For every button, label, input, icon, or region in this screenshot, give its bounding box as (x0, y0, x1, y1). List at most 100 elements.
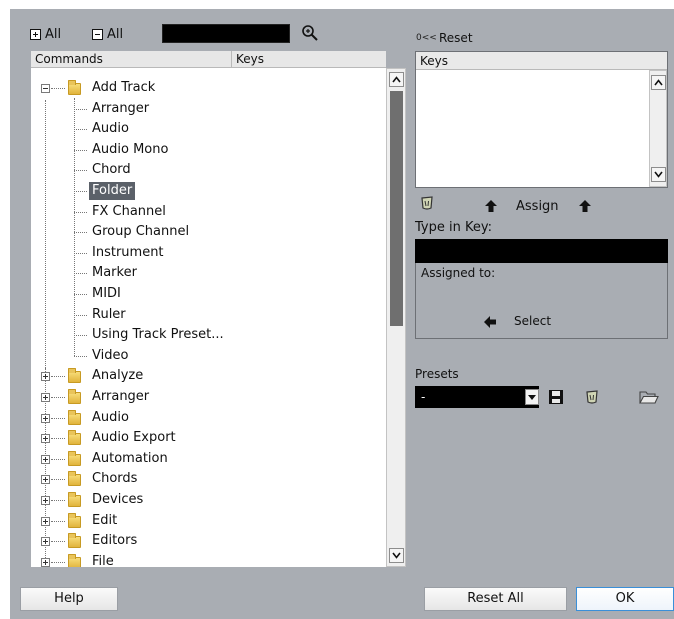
type-in-key-field[interactable] (415, 239, 668, 263)
tree-connector (51, 418, 65, 419)
tree-connector (74, 212, 87, 213)
tree-connector (51, 562, 65, 563)
tree-command-row[interactable]: Folder (31, 181, 386, 201)
tree-item-label: Video (92, 348, 129, 363)
expand-toggle-icon[interactable] (41, 434, 50, 443)
search-magnifier-icon[interactable] (301, 24, 319, 42)
tree-connector (74, 253, 87, 254)
folder-icon (68, 430, 81, 445)
tree-folder-row[interactable]: Analyze (31, 366, 386, 386)
arrow-left-icon (483, 315, 497, 329)
keys-scroll-up-arrow[interactable] (651, 75, 666, 90)
select-button[interactable]: Select (514, 314, 551, 328)
folder-icon (68, 471, 81, 486)
expand-toggle-icon[interactable] (41, 455, 50, 464)
commands-column-header[interactable]: Commands (31, 51, 232, 68)
expand-toggle-icon[interactable] (41, 537, 50, 546)
tree-command-row[interactable]: MIDI (31, 284, 386, 304)
reset-button[interactable]: 0<< Reset (415, 30, 485, 46)
ok-button[interactable]: OK (576, 587, 674, 611)
tree-command-row[interactable]: Video (31, 346, 386, 366)
help-button[interactable]: Help (20, 587, 118, 611)
folder-icon (68, 80, 81, 95)
tree-connector (74, 191, 87, 192)
reset-all-button[interactable]: Reset All (424, 587, 567, 611)
tree-item-label-selected: Folder (89, 182, 136, 200)
presets-dropdown[interactable]: - (415, 386, 539, 408)
tree-item-label: Audio (92, 410, 129, 425)
tree-folder-row[interactable]: Automation (31, 449, 386, 469)
tree-command-row[interactable]: Instrument (31, 243, 386, 263)
keys-column-header[interactable]: Keys (232, 51, 386, 68)
tree-connector (74, 170, 87, 171)
tree-item-label: Audio (92, 121, 129, 136)
expand-toggle-icon[interactable] (41, 496, 50, 505)
save-preset-icon[interactable] (548, 389, 564, 405)
tree-item-label: Arranger (92, 389, 150, 404)
scroll-thumb[interactable] (390, 91, 403, 326)
tree-folder-row[interactable]: Editors (31, 531, 386, 551)
tree-command-row[interactable]: Marker (31, 263, 386, 283)
expand-toggle-icon[interactable] (41, 558, 50, 567)
expand-toggle-icon[interactable] (41, 393, 50, 402)
collapse-toggle-icon[interactable] (41, 84, 50, 93)
tree-command-row[interactable]: Audio (31, 119, 386, 139)
tree-item-label: Chord (92, 162, 131, 177)
tree-folder-row[interactable]: Add Track (31, 78, 386, 98)
tree-folder-row[interactable]: Edit (31, 511, 386, 531)
expand-toggle-icon[interactable] (41, 475, 50, 484)
collapse-all-button[interactable]: All (89, 27, 129, 43)
tree-connector (74, 273, 87, 274)
open-folder-icon[interactable] (639, 389, 659, 405)
tree-item-label: File (92, 554, 114, 567)
tree-item-label: Using Track Preset... (92, 327, 224, 342)
tree-folder-row[interactable]: File (31, 552, 386, 567)
tree-command-row[interactable]: FX Channel (31, 202, 386, 222)
expand-toggle-icon[interactable] (41, 372, 50, 381)
tree-folder-row[interactable]: Audio (31, 408, 386, 428)
plus-box-icon (30, 29, 41, 40)
remove-key-icon[interactable] (419, 195, 435, 211)
tree-item-label: Audio Export (92, 430, 176, 445)
tree-command-row[interactable]: Group Channel (31, 222, 386, 242)
tree-item-label: Chords (92, 471, 138, 486)
collapse-all-label: All (107, 27, 124, 42)
tree-folder-row[interactable]: Audio Export (31, 428, 386, 448)
tree-item-label: Add Track (92, 80, 156, 95)
tree-folder-row[interactable]: Devices (31, 490, 386, 510)
folder-icon (68, 492, 81, 507)
assigned-to-box: Assigned to: Select (415, 263, 668, 339)
dropdown-arrow-icon[interactable] (525, 389, 539, 405)
remove-preset-icon[interactable] (584, 389, 600, 405)
tree-item-label: Instrument (92, 245, 164, 260)
commands-tree[interactable]: Add Track Arranger Audio Audio Mono Chord Fol… (31, 68, 386, 567)
tree-command-row[interactable]: Chord (31, 160, 386, 180)
assigned-to-label: Assigned to: (421, 266, 496, 280)
tree-item-label: Devices (92, 492, 144, 507)
tree-connector (51, 500, 65, 501)
keys-box-header: Keys (416, 52, 667, 70)
tree-connector (74, 294, 87, 295)
keys-box: Keys (415, 51, 668, 188)
keys-scrollbar[interactable] (649, 70, 667, 187)
scroll-down-arrow[interactable] (389, 548, 404, 563)
tree-command-row[interactable]: Audio Mono (31, 140, 386, 160)
tree-item-label: Analyze (92, 368, 144, 383)
folder-icon (68, 389, 81, 404)
tree-connector (51, 376, 65, 377)
assign-button[interactable]: Assign (516, 199, 559, 214)
reset-icon: 0<< (416, 33, 437, 43)
expand-toggle-icon[interactable] (41, 414, 50, 423)
folder-icon (68, 533, 81, 548)
commands-scrollbar[interactable] (386, 68, 406, 567)
tree-command-row[interactable]: Arranger (31, 99, 386, 119)
tree-connector (74, 335, 87, 336)
scroll-up-arrow[interactable] (389, 72, 404, 87)
search-input[interactable] (162, 24, 290, 43)
keys-scroll-down-arrow[interactable] (651, 167, 666, 182)
tree-command-row[interactable]: Using Track Preset... (31, 325, 386, 345)
tree-command-row[interactable]: Ruler (31, 305, 386, 325)
expand-toggle-icon[interactable] (41, 517, 50, 526)
tree-folder-row[interactable]: Chords (31, 469, 386, 489)
tree-folder-row[interactable]: Arranger (31, 387, 386, 407)
